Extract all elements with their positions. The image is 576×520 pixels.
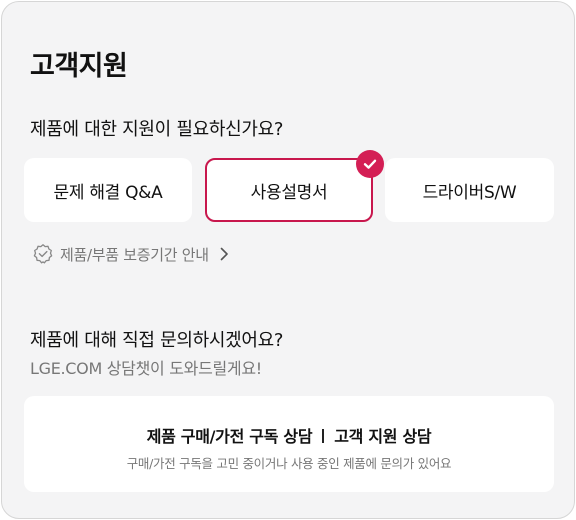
option-label: 사용설명서 — [250, 182, 328, 203]
consult-purchase-label: 제품 구매/가전 구독 상담 — [146, 427, 313, 446]
support-card: 고객지원 제품에 대한 지원이 필요하신가요? 문제 해결 Q&A 사용설명서 … — [1, 1, 575, 519]
consult-support-label: 고객 지원 상담 — [334, 427, 432, 446]
option-label: 드라이버S/W — [422, 182, 517, 203]
consult-description: 구매/가전 구독을 고민 중이거나 사용 중인 제품에 문의가 있어요 — [126, 456, 452, 471]
support-question: 제품에 대한 지원이 필요하신가요? — [30, 119, 284, 140]
section-title: 고객지원 — [30, 51, 128, 82]
consult-title: 제품 구매/가전 구독 상담 고객 지원 상담 — [24, 423, 554, 447]
inquiry-question: 제품에 대해 직접 문의하시겠어요? — [30, 330, 284, 351]
warranty-period-link[interactable]: 제품/부품 보증기간 안내 — [32, 242, 231, 266]
option-user-manual[interactable]: 사용설명서 — [205, 158, 373, 222]
divider — [322, 429, 325, 443]
inquiry-subtitle: LGE.COM 상담챗이 도와드릴게요! — [30, 359, 262, 378]
consult-button[interactable]: 제품 구매/가전 구독 상담 고객 지원 상담 구매/가전 구독을 고민 중이거나… — [24, 396, 554, 492]
warranty-link-label: 제품/부품 보증기간 안내 — [60, 245, 209, 264]
selected-check-icon — [356, 150, 384, 178]
option-driver-software[interactable]: 드라이버S/W — [385, 158, 554, 222]
chevron-right-icon — [217, 247, 231, 261]
option-label: 문제 해결 Q&A — [53, 182, 163, 203]
option-troubleshooting-qa[interactable]: 문제 해결 Q&A — [24, 158, 192, 222]
badge-icon — [32, 243, 54, 265]
